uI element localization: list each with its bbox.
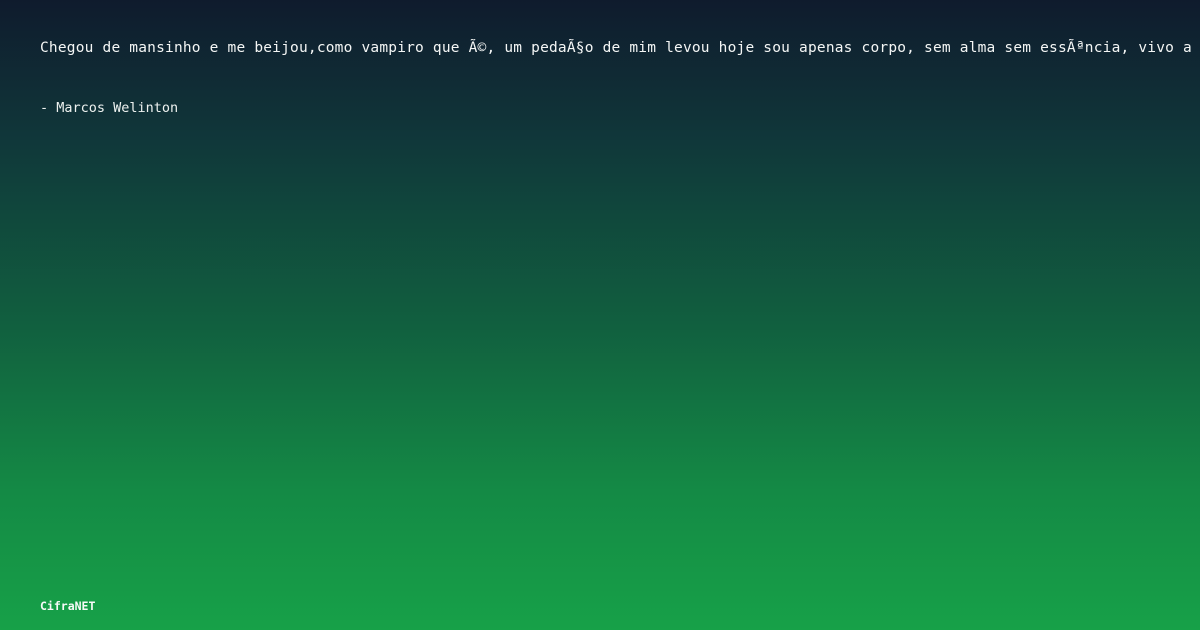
- quote-text: Chegou de mansinho e me beijou,como vamp…: [40, 40, 1192, 56]
- brand-logo-text: CifraNET: [40, 599, 96, 613]
- quote-card: Chegou de mansinho e me beijou,como vamp…: [0, 0, 1200, 630]
- quote-author: - Marcos Welinton: [40, 100, 179, 116]
